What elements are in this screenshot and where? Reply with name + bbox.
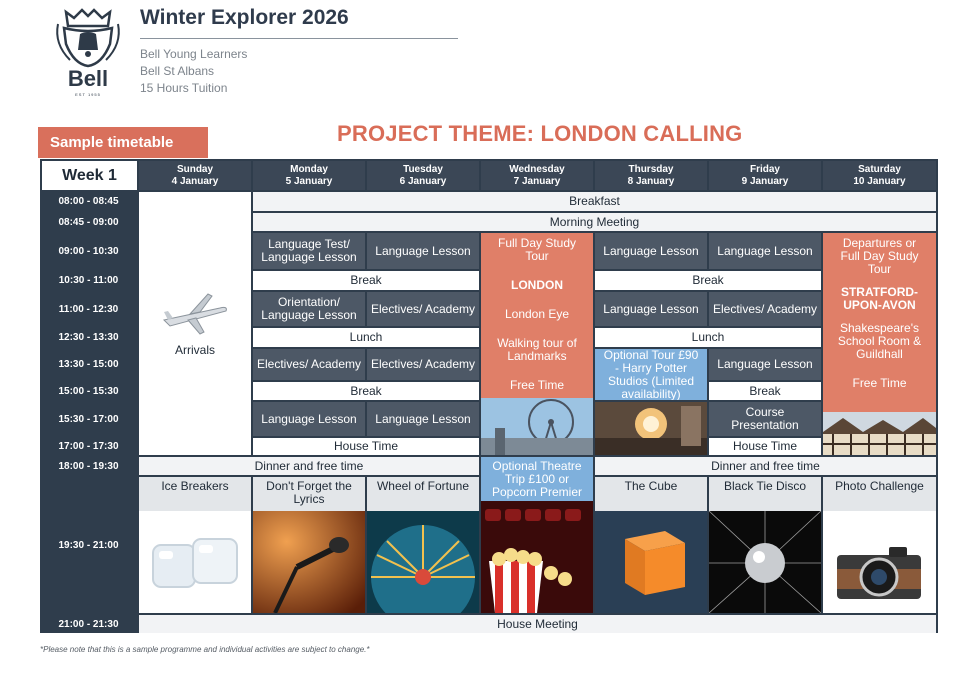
evening-friday-label: Black Tie Disco bbox=[709, 477, 821, 511]
wheel-of-fortune-photo bbox=[367, 511, 479, 613]
project-theme-heading: PROJECT THEME: LONDON CALLING bbox=[337, 121, 743, 146]
thu-fri-lunch: Lunch bbox=[595, 328, 821, 347]
thursday-session-2: Language Lesson bbox=[595, 292, 707, 326]
friday-course-presentation: Course Presentation bbox=[709, 402, 821, 436]
time-slot: 11:00 - 12:30 bbox=[40, 292, 137, 326]
wednesday-theatre-trip: Optional Theatre Trip £100 or Popcorn Pr… bbox=[481, 457, 593, 501]
tuesday-session-2: Electives/ Academy bbox=[367, 292, 479, 326]
title-divider bbox=[140, 38, 458, 39]
time-slot: 13:30 - 15:00 bbox=[40, 349, 137, 380]
time-slot: 15:00 - 15:30 bbox=[40, 382, 137, 400]
friday-house-time: House Time bbox=[709, 438, 821, 455]
friday-break-2: Break bbox=[709, 382, 821, 400]
camera-photo bbox=[823, 511, 936, 613]
day-header-friday: Friday 9 January bbox=[709, 161, 821, 190]
sunday-arrivals: Arrivals bbox=[139, 192, 251, 455]
subtitle-line: 15 Hours Tuition bbox=[140, 81, 228, 95]
day-header-wednesday: Wednesday 7 January bbox=[481, 161, 593, 190]
dinner-row-left: Dinner and free time bbox=[139, 457, 479, 475]
cube-photo bbox=[595, 511, 707, 613]
thursday-harry-potter-tour: Optional Tour £90 - Harry Potter Studios… bbox=[595, 349, 707, 400]
mon-tue-house-time: House Time bbox=[253, 438, 479, 455]
thu-fri-break: Break bbox=[595, 271, 821, 290]
dinner-row-right: Dinner and free time bbox=[595, 457, 936, 475]
day-header-saturday: Saturday 10 January bbox=[823, 161, 936, 190]
sample-timetable-badge: Sample timetable bbox=[38, 127, 208, 158]
evening-thursday-label: The Cube bbox=[595, 477, 707, 511]
evening-sunday-label: Ice Breakers bbox=[139, 477, 251, 511]
breakfast-row: Breakfast bbox=[253, 192, 936, 211]
house-meeting-row: House Meeting bbox=[139, 615, 936, 633]
free-time-label: Free Time bbox=[509, 378, 564, 392]
london-label: LONDON bbox=[511, 278, 563, 292]
mon-tue-break-2: Break bbox=[253, 382, 479, 400]
tudor-house-photo bbox=[823, 412, 936, 455]
time-slot: 12:30 - 13:30 bbox=[40, 328, 137, 347]
stratford-label: STRATFORD-UPON-AVON bbox=[840, 285, 919, 312]
subtitle-line: Bell Young Learners bbox=[140, 47, 248, 61]
day-header-thursday: Thursday 8 January bbox=[595, 161, 707, 190]
logo-wordmark: Bell bbox=[67, 66, 109, 91]
mon-tue-break: Break bbox=[253, 271, 479, 290]
friday-session-3: Language Lesson bbox=[709, 349, 821, 380]
time-slot: 21:00 - 21:30 bbox=[40, 615, 137, 633]
mon-tue-lunch: Lunch bbox=[253, 328, 479, 347]
tuesday-session-3: Electives/ Academy bbox=[367, 349, 479, 380]
day-header-sunday: Sunday 4 January bbox=[139, 161, 251, 190]
monday-session-4: Language Lesson bbox=[253, 402, 365, 436]
page-title: Winter Explorer 2026 bbox=[140, 6, 349, 29]
time-slot: 08:00 - 08:45 bbox=[40, 192, 137, 211]
monday-session-2: Orientation/ Language Lesson bbox=[253, 292, 365, 326]
thursday-session-1: Language Lesson bbox=[595, 233, 707, 269]
time-slot: 08:45 - 09:00 bbox=[40, 213, 137, 231]
time-slot: 17:00 - 17:30 bbox=[40, 438, 137, 455]
walking-tour-label: Walking tour of Landmarks bbox=[497, 336, 577, 363]
logo-est: EST 1955 bbox=[75, 92, 101, 97]
london-eye-label: London Eye bbox=[504, 307, 570, 321]
arrivals-label: Arrivals bbox=[174, 343, 215, 357]
time-slot: 09:00 - 10:30 bbox=[40, 233, 137, 269]
timetable-grid: Week 1 Sunday 4 January Monday 5 January T… bbox=[40, 159, 938, 633]
evening-tuesday-label: Wheel of Fortune bbox=[367, 477, 479, 511]
study-tour-label: Full Day Study Tour bbox=[497, 236, 577, 263]
saturday-stratford-tour: Departures or Full Day Study Tour STRATF… bbox=[823, 233, 936, 412]
cinema-popcorn-photo bbox=[481, 501, 593, 613]
day-header-monday: Monday 5 January bbox=[253, 161, 365, 190]
time-slot: 10:30 - 11:00 bbox=[40, 271, 137, 290]
time-slot: 18:00 - 19:30 bbox=[40, 457, 137, 475]
time-slot: 15:30 - 17:00 bbox=[40, 402, 137, 436]
london-eye-photo bbox=[481, 398, 593, 455]
week-label: Week 1 bbox=[42, 161, 137, 190]
morning-meeting-row: Morning Meeting bbox=[253, 213, 936, 231]
sat-free-time-label: Free Time bbox=[852, 376, 907, 390]
day-header-tuesday: Tuesday 6 January bbox=[367, 161, 479, 190]
subtitle-line: Bell St Albans bbox=[140, 64, 215, 78]
time-slot: 19:30 - 21:00 bbox=[40, 477, 137, 613]
disco-ball-photo bbox=[709, 511, 821, 613]
harry-potter-studio-photo bbox=[595, 402, 707, 455]
friday-session-1: Language Lesson bbox=[709, 233, 821, 269]
tuesday-session-1: Language Lesson bbox=[367, 233, 479, 269]
shakespeare-label: Shakespeare's School Room & Guildhall bbox=[837, 321, 922, 361]
airplane-icon bbox=[162, 293, 227, 335]
friday-session-2: Electives/ Academy bbox=[709, 292, 821, 326]
wednesday-london-tour: Full Day Study Tour LONDON London Eye Wa… bbox=[481, 233, 593, 398]
microphone-photo bbox=[253, 511, 365, 613]
evening-monday-label: Don't Forget the Lyrics bbox=[253, 477, 365, 511]
monday-session-1: Language Test/ Language Lesson bbox=[253, 233, 365, 269]
monday-session-3: Electives/ Academy bbox=[253, 349, 365, 380]
ice-cubes-photo bbox=[139, 511, 251, 613]
footnote: *Please note that this is a sample progr… bbox=[40, 645, 370, 654]
departures-label: Departures or Full Day Study Tour bbox=[840, 236, 919, 276]
evening-saturday-label: Photo Challenge bbox=[823, 477, 936, 511]
tuesday-session-4: Language Lesson bbox=[367, 402, 479, 436]
